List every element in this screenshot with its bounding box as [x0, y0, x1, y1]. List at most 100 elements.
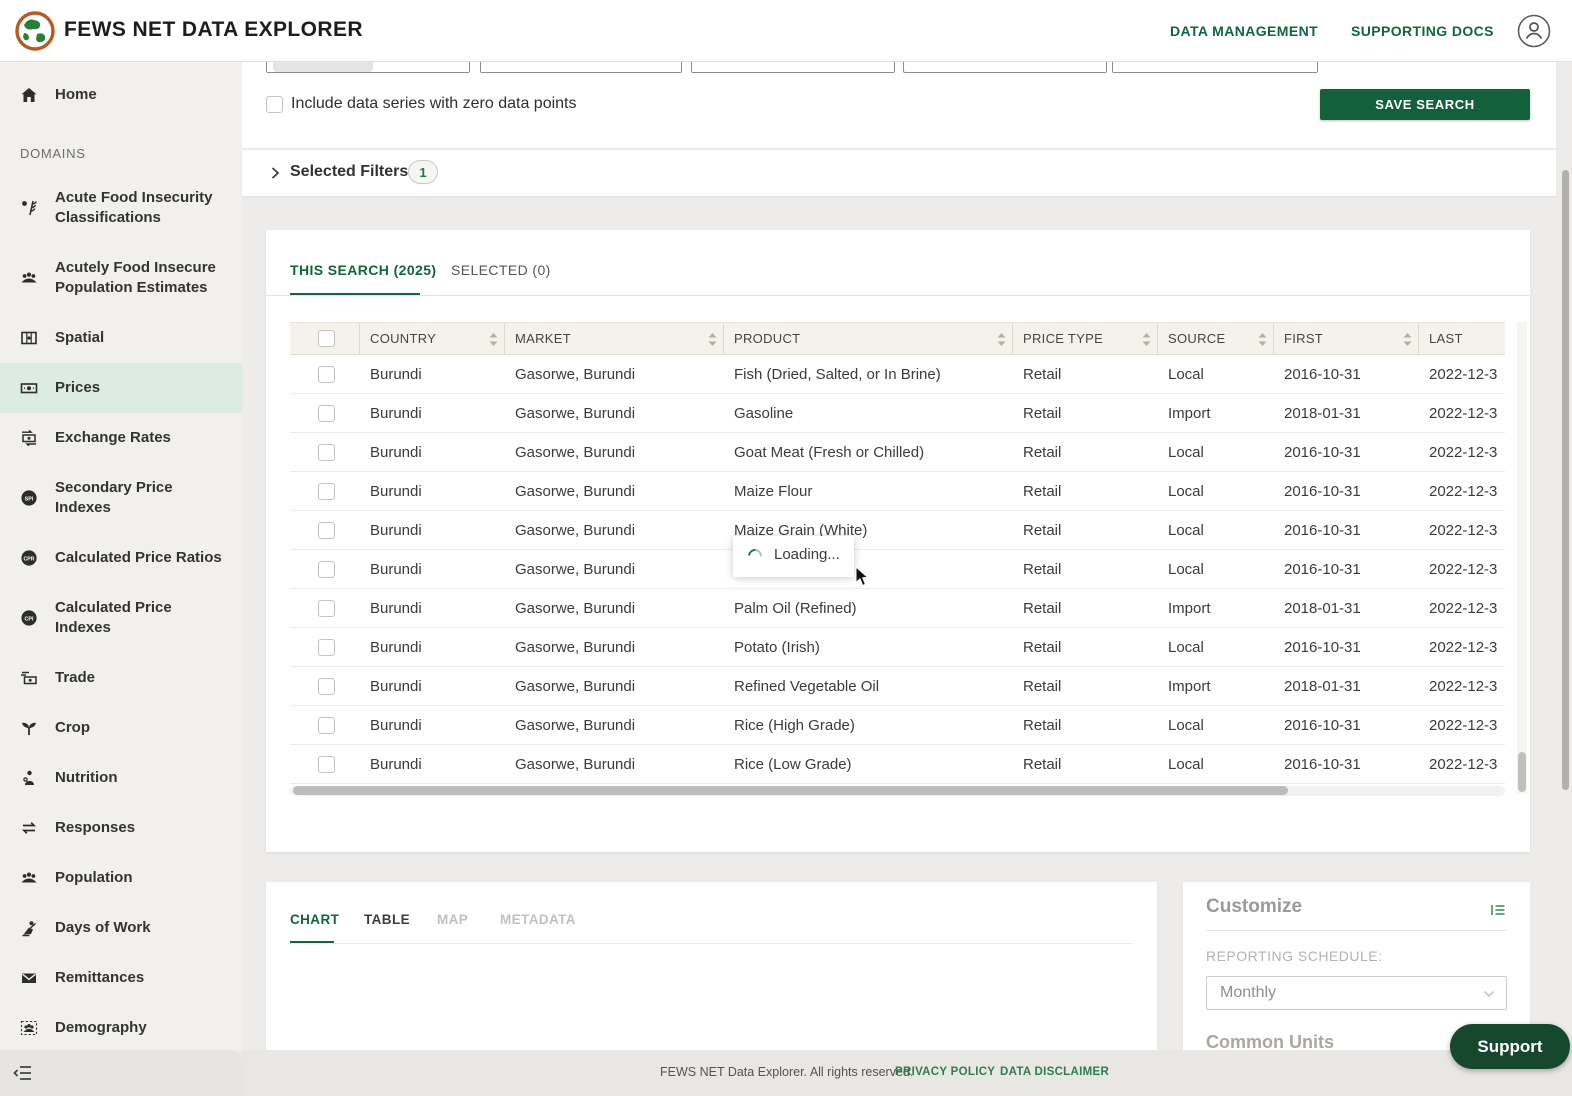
row-checkbox-cell	[290, 511, 360, 549]
sidebar-item-label: Remittances	[55, 968, 144, 988]
select-all-cell	[290, 323, 360, 354]
sidebar-item-home[interactable]: Home	[0, 70, 242, 120]
sidebar-item-exchange-rates[interactable]: Exchange Rates	[0, 413, 242, 463]
table-row[interactable]: Burundi Gasorwe, Burundi Maize Flour Ret…	[290, 472, 1505, 511]
sort-icon[interactable]	[1141, 332, 1152, 347]
row-checkbox[interactable]	[318, 522, 335, 539]
exchange-icon	[20, 429, 38, 447]
sort-icon[interactable]	[996, 332, 1007, 347]
cell-price-type: Retail	[1013, 472, 1158, 510]
row-checkbox[interactable]	[318, 639, 335, 656]
sidebar-item-acutely-food-insecure-population-estimates[interactable]: Acutely Food Insecure Population Estimat…	[0, 243, 242, 313]
sidebar-item-label: Calculated Price Ratios	[55, 548, 222, 568]
row-checkbox[interactable]	[318, 600, 335, 617]
divider	[1206, 930, 1507, 931]
search-results-card: THIS SEARCH (2025) SELECTED (0) COUNTRY …	[266, 230, 1530, 852]
collapse-sidebar-icon[interactable]	[12, 1062, 34, 1084]
column-header-country[interactable]: COUNTRY	[360, 323, 505, 354]
page-scrollbar[interactable]	[1558, 62, 1572, 1050]
sidebar-item-calculated-price-ratios[interactable]: CPRCalculated Price Ratios	[0, 533, 242, 583]
sidebar-item-remittances[interactable]: Remittances	[0, 953, 242, 1003]
column-header-first[interactable]: FIRST	[1274, 323, 1419, 354]
cell-first: 2018-01-31	[1274, 667, 1419, 705]
reporting-schedule-select[interactable]: Monthly	[1206, 976, 1507, 1010]
loading-tooltip: Loading...	[733, 536, 854, 577]
user-avatar-icon[interactable]	[1517, 14, 1551, 48]
table-row[interactable]: Burundi Gasorwe, Burundi Rice (High Grad…	[290, 706, 1505, 745]
sidebar-item-prices[interactable]: Prices	[0, 363, 242, 413]
filter-list-icon[interactable]	[1489, 901, 1507, 919]
tab-selected[interactable]: SELECTED (0)	[451, 262, 551, 278]
sort-icon[interactable]	[707, 332, 718, 347]
nav-data-management[interactable]: DATA MANAGEMENT	[1170, 23, 1318, 39]
results-table: COUNTRY MARKET PRODUCT PRICE TYPE SOURCE…	[290, 322, 1505, 784]
selected-filters-bar[interactable]: Selected Filters 1	[242, 150, 1556, 196]
sidebar-item-trade[interactable]: Trade	[0, 653, 242, 703]
save-search-button[interactable]: SAVE SEARCH	[1320, 89, 1530, 120]
sidebar-item-responses[interactable]: Responses	[0, 803, 242, 853]
row-checkbox[interactable]	[318, 483, 335, 500]
sidebar-item-acute-food-insecurity-classifications[interactable]: Acute Food Insecurity Classifications	[0, 173, 242, 243]
vertical-scrollbar-thumb[interactable]	[1518, 752, 1526, 792]
table-row[interactable]: Burundi Gasorwe, Burundi Goat Meat (Fres…	[290, 433, 1505, 472]
row-checkbox[interactable]	[318, 678, 335, 695]
column-header-price-type[interactable]: PRICE TYPE	[1013, 323, 1158, 354]
column-header-product[interactable]: PRODUCT	[724, 323, 1013, 354]
privacy-policy-link[interactable]: PRIVACY POLICY	[895, 1066, 995, 1078]
sort-icon[interactable]	[1402, 332, 1413, 347]
column-header-source[interactable]: SOURCE	[1158, 323, 1274, 354]
support-button[interactable]: Support	[1450, 1024, 1570, 1069]
cell-first: 2016-10-31	[1274, 706, 1419, 744]
horizontal-scrollbar[interactable]	[290, 786, 1505, 796]
sidebar-item-population[interactable]: Population	[0, 853, 242, 903]
horizontal-scrollbar-thumb[interactable]	[293, 786, 1288, 795]
tab-table[interactable]: TABLE	[364, 912, 410, 927]
cell-country: Burundi	[360, 433, 505, 471]
table-row[interactable]: Burundi Gasorwe, Burundi Retail Local 20…	[290, 550, 1505, 589]
sidebar-item-days-of-work[interactable]: Days of Work	[0, 903, 242, 953]
row-checkbox[interactable]	[318, 405, 335, 422]
sidebar-item-label: Demography	[55, 1018, 147, 1038]
column-label: SOURCE	[1168, 331, 1225, 346]
tab-chart[interactable]: CHART	[290, 912, 339, 927]
row-checkbox[interactable]	[318, 444, 335, 461]
page-scrollbar-thumb[interactable]	[1562, 170, 1569, 790]
row-checkbox-cell	[290, 706, 360, 744]
row-checkbox[interactable]	[318, 366, 335, 383]
nav-supporting-docs[interactable]: SUPPORTING DOCS	[1351, 23, 1494, 39]
chevron-down-icon	[1482, 987, 1496, 1001]
sort-icon[interactable]	[488, 332, 499, 347]
row-checkbox[interactable]	[318, 561, 335, 578]
table-row[interactable]: Burundi Gasorwe, Burundi Refined Vegetab…	[290, 667, 1505, 706]
row-checkbox[interactable]	[318, 717, 335, 734]
cell-country: Burundi	[360, 355, 505, 393]
sidebar-item-demography[interactable]: Demography	[0, 1003, 242, 1053]
table-row[interactable]: Burundi Gasorwe, Burundi Maize Grain (Wh…	[290, 511, 1505, 550]
select-all-checkbox[interactable]	[318, 330, 335, 347]
row-checkbox[interactable]	[318, 756, 335, 773]
sidebar-item-label: Acute Food Insecurity Classifications	[55, 188, 230, 228]
sidebar-item-calculated-price-indexes[interactable]: CPICalculated Price Indexes	[0, 583, 242, 653]
trade-icon	[20, 669, 38, 687]
sidebar-item-secondary-price-indexes[interactable]: SPISecondary Price Indexes	[0, 463, 242, 533]
table-row[interactable]: Burundi Gasorwe, Burundi Palm Oil (Refin…	[290, 589, 1505, 628]
sidebar-item-label: Spatial	[55, 328, 104, 348]
sidebar-item-spatial[interactable]: Spatial	[0, 313, 242, 363]
table-row[interactable]: Burundi Gasorwe, Burundi Rice (Low Grade…	[290, 745, 1505, 784]
chevron-right-icon[interactable]	[267, 165, 283, 181]
vertical-scrollbar[interactable]	[1517, 322, 1527, 794]
sidebar-item-crop[interactable]: Crop	[0, 703, 242, 753]
table-row[interactable]: Burundi Gasorwe, Burundi Potato (Irish) …	[290, 628, 1505, 667]
sidebar-item-nutrition[interactable]: Nutrition	[0, 753, 242, 803]
table-row[interactable]: Burundi Gasorwe, Burundi Gasoline Retail…	[290, 394, 1505, 433]
data-disclaimer-link[interactable]: DATA DISCLAIMER	[1000, 1066, 1109, 1078]
table-row[interactable]: Burundi Gasorwe, Burundi Fish (Dried, Sa…	[290, 355, 1505, 394]
column-header-last[interactable]: LAST	[1419, 323, 1505, 354]
map-icon	[20, 329, 38, 347]
zero-data-checkbox[interactable]	[266, 96, 283, 113]
sidebar-item-label: Crop	[55, 718, 90, 738]
sort-icon[interactable]	[1257, 332, 1268, 347]
cell-last: 2022-12-3	[1419, 706, 1505, 744]
column-header-market[interactable]: MARKET	[505, 323, 724, 354]
tab-this-search[interactable]: THIS SEARCH (2025)	[290, 262, 436, 278]
